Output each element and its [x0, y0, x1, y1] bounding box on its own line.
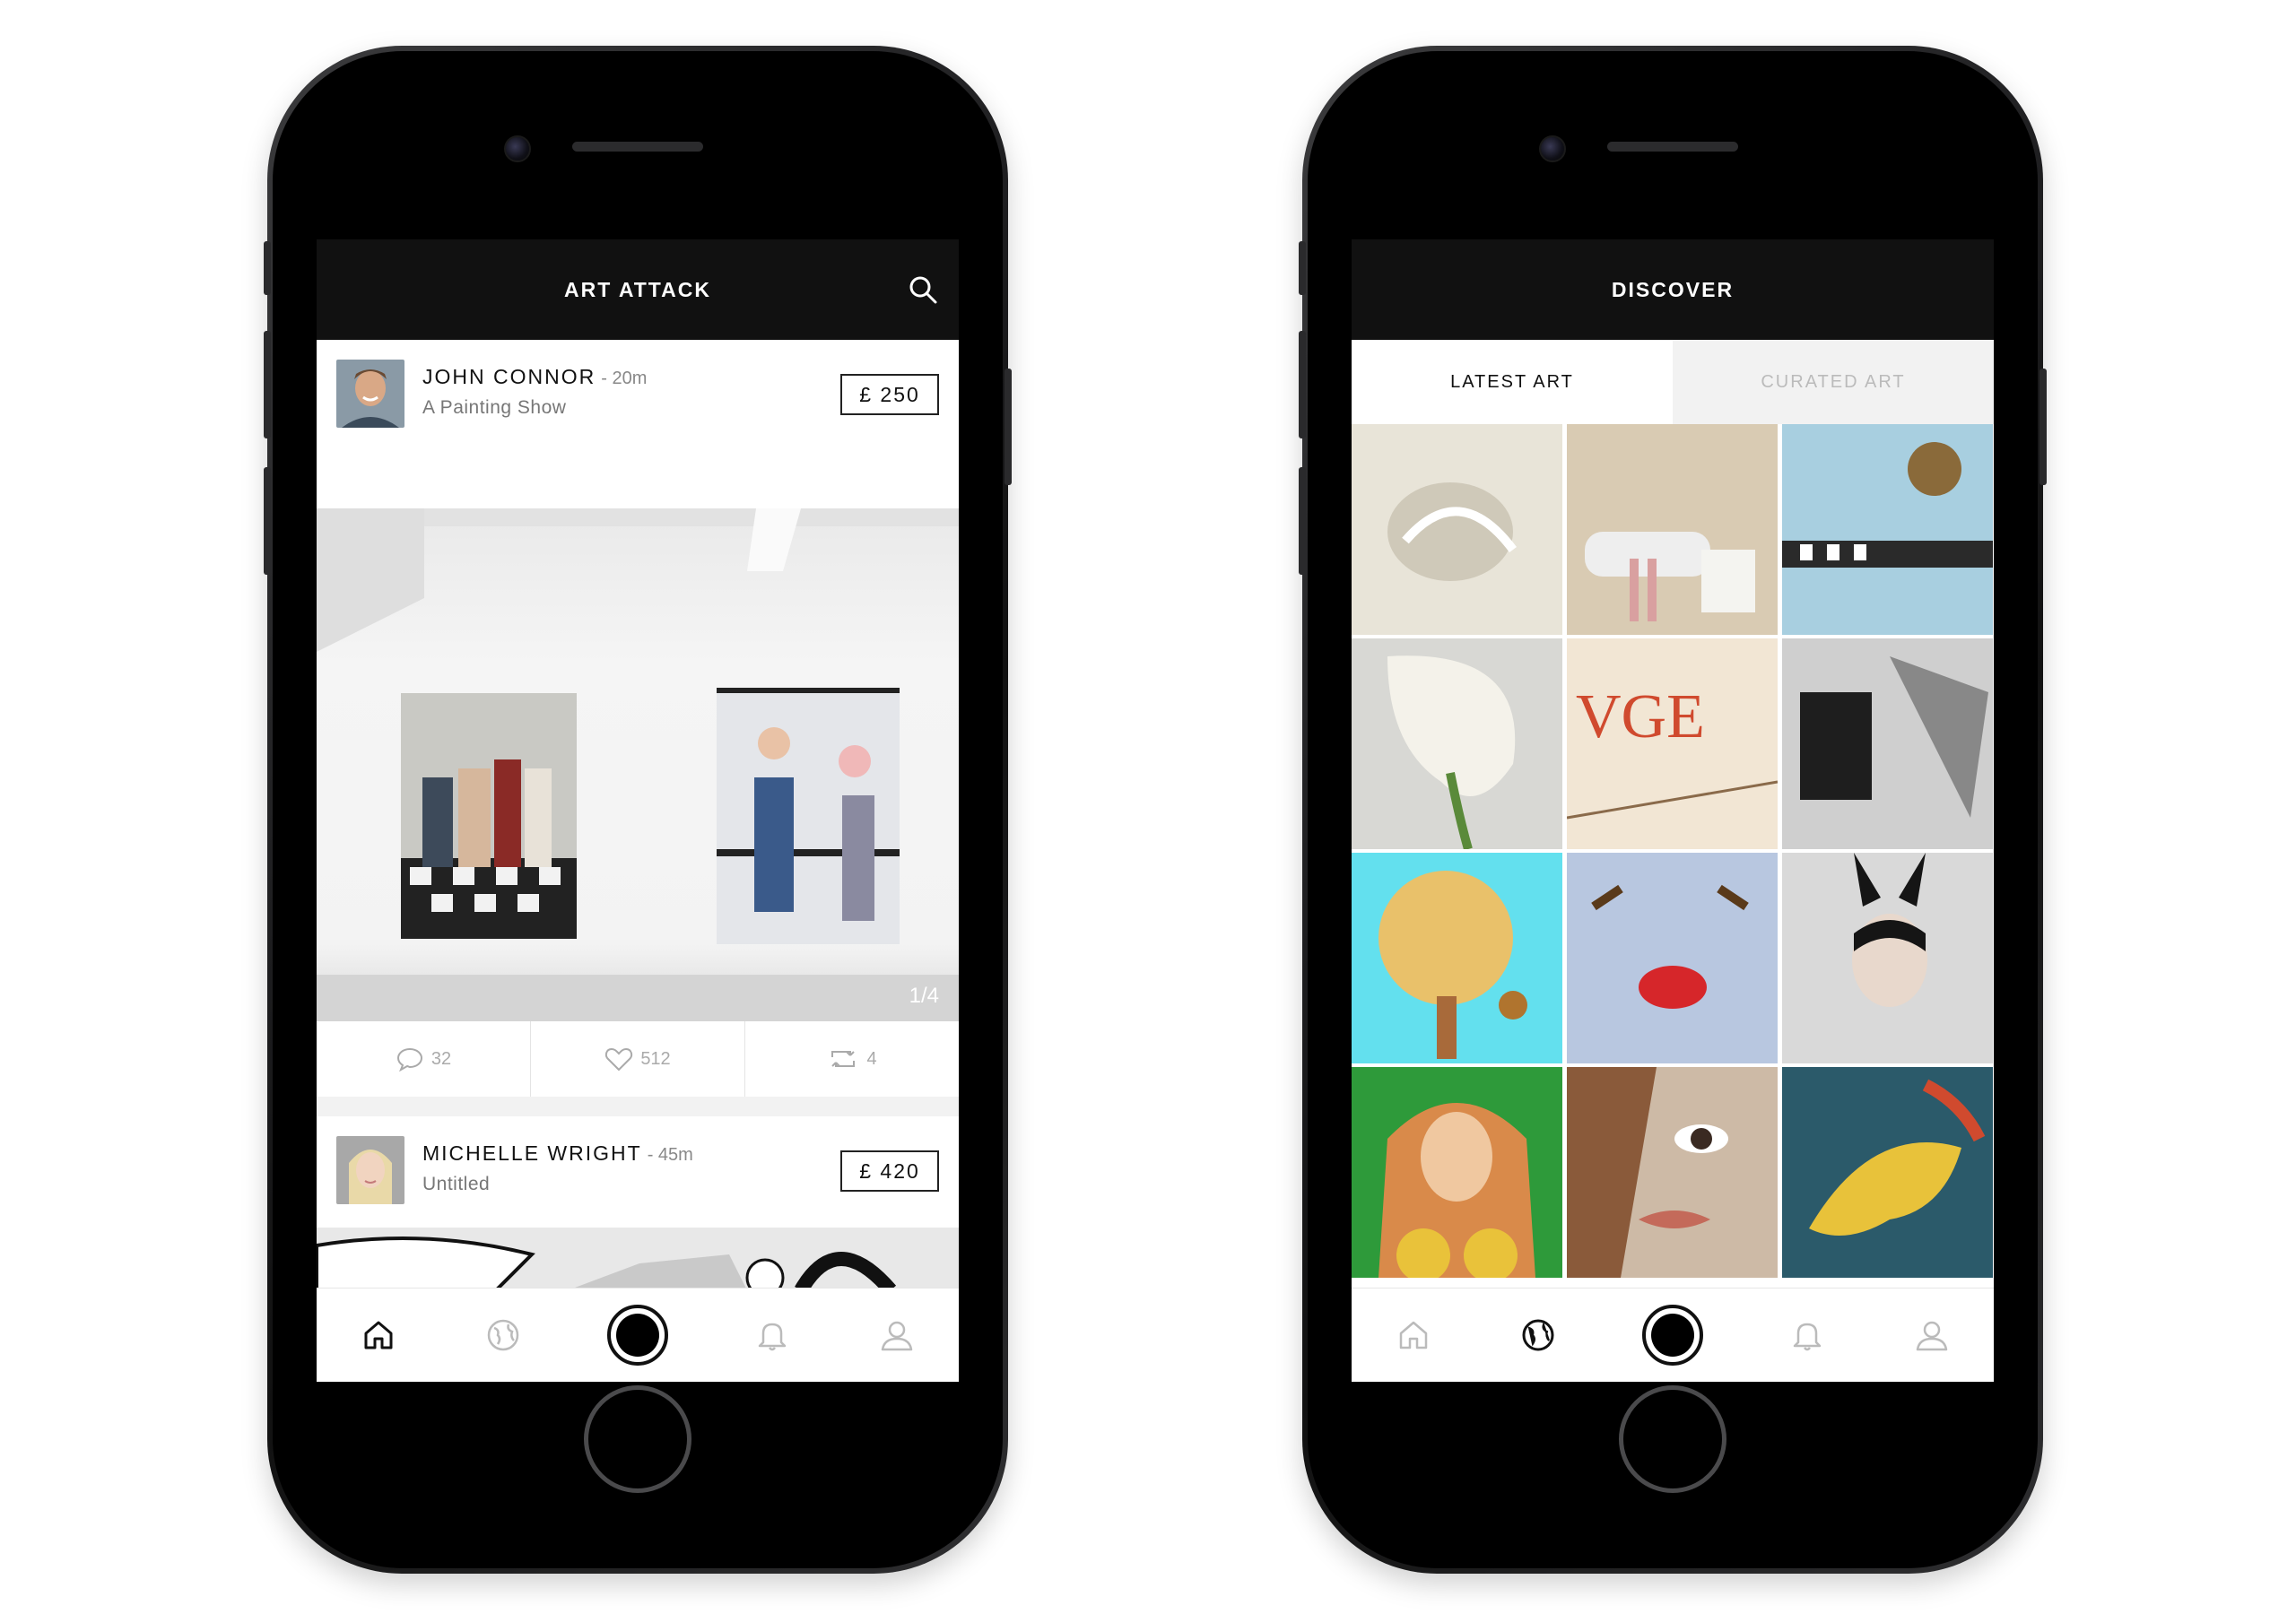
volume-up-button [264, 331, 271, 438]
volume-up-button [1299, 331, 1306, 438]
phone-frame-left: ART ATTACK JOHN CONNOR - 20m A Painting … [264, 46, 1012, 1574]
tab-bar [317, 1288, 959, 1382]
repost-button[interactable]: 4 [745, 1021, 959, 1097]
artwork-bunny-mask[interactable] [1782, 853, 1993, 1063]
phone-frame-right: DISCOVER LATEST ART CURATED ART VGE [1299, 46, 2047, 1574]
post-image[interactable] [317, 1228, 959, 1290]
tab-bar [1352, 1288, 1994, 1382]
user-icon [881, 1321, 912, 1351]
post-time: - 20m [601, 369, 648, 388]
globe-icon [487, 1319, 518, 1351]
avatar[interactable] [336, 360, 404, 428]
artwork-collage-face[interactable] [1567, 1067, 1778, 1278]
discover-tabs: LATEST ART CURATED ART [1352, 340, 1994, 424]
repost-count: 4 [866, 1048, 877, 1069]
artwork-yellow-figure[interactable] [1782, 1067, 1993, 1278]
post-image-gallery[interactable]: 1/4 [317, 508, 959, 1021]
tab-notifications[interactable] [752, 1315, 792, 1355]
mute-switch [1299, 241, 1306, 295]
search-icon[interactable] [907, 273, 939, 306]
post-header: JOHN CONNOR - 20m A Painting Show £ 250 [317, 340, 959, 451]
svg-text:VGE: VGE [1576, 682, 1705, 751]
front-camera [504, 135, 531, 162]
image-counter: 1/4 [909, 984, 939, 1008]
comment-button[interactable]: 32 [317, 1021, 531, 1097]
tab-discover[interactable] [483, 1315, 523, 1355]
front-camera [1539, 135, 1566, 162]
tab-notifications[interactable] [1787, 1315, 1827, 1355]
artwork-bathroom[interactable] [1567, 424, 1778, 635]
price-button[interactable]: £ 250 [840, 374, 939, 415]
home-button [1619, 1385, 1726, 1493]
home-icon [1399, 1321, 1428, 1349]
artwork-vogue[interactable]: VGE [1567, 638, 1778, 849]
tab-curated-art[interactable]: CURATED ART [1673, 340, 1994, 424]
user-name[interactable]: MICHELLE WRIGHT - 45m [422, 1141, 693, 1166]
earpiece-speaker [572, 142, 703, 152]
like-count: 512 [640, 1048, 671, 1069]
feed-nav-bar: ART ATTACK [317, 239, 959, 340]
power-button [1004, 369, 1012, 485]
home-button [584, 1385, 691, 1493]
tab-profile[interactable] [877, 1315, 917, 1355]
post-time: - 45m [647, 1145, 693, 1165]
post-title: A Painting Show [422, 397, 567, 418]
feed-screen: ART ATTACK JOHN CONNOR - 20m A Painting … [317, 239, 959, 1382]
post-header: MICHELLE WRIGHT - 45m Untitled £ 420 [317, 1116, 959, 1228]
capture-button[interactable] [606, 1305, 668, 1366]
volume-down-button [1299, 467, 1306, 575]
post-separator [317, 1097, 959, 1116]
capture-button[interactable] [1641, 1305, 1703, 1366]
home-icon [364, 1321, 393, 1349]
power-button [2039, 369, 2047, 485]
volume-down-button [264, 467, 271, 575]
artwork-ping-pong[interactable] [1352, 853, 1562, 1063]
comment-icon [396, 1047, 422, 1072]
tab-home[interactable] [359, 1315, 398, 1355]
earpiece-speaker [1607, 142, 1738, 152]
artwork-pop-woman[interactable] [1352, 1067, 1562, 1278]
price-button[interactable]: £ 420 [840, 1150, 939, 1192]
artwork-face-sculpture[interactable] [1352, 424, 1562, 635]
discover-screen: DISCOVER LATEST ART CURATED ART VGE [1352, 239, 1994, 1382]
bell-icon [1794, 1323, 1822, 1351]
user-icon [1916, 1321, 1947, 1351]
artwork-palm-lips[interactable] [1567, 853, 1778, 1063]
tab-latest-art[interactable]: LATEST ART [1352, 340, 1673, 424]
artwork-grid: VGE [1352, 424, 1994, 1278]
post-title: Untitled [422, 1174, 491, 1194]
screen-title: DISCOVER [1611, 277, 1735, 301]
app-title: ART ATTACK [564, 277, 711, 301]
bell-icon [759, 1323, 787, 1351]
like-button[interactable]: 512 [531, 1021, 745, 1097]
comment-count: 32 [430, 1048, 452, 1069]
tab-home[interactable] [1394, 1315, 1433, 1355]
heart-icon [605, 1047, 633, 1072]
user-name[interactable]: JOHN CONNOR - 20m [422, 365, 647, 389]
gallery-photo [317, 508, 959, 1021]
discover-nav-bar: DISCOVER [1352, 239, 1994, 340]
artwork-calla-lily[interactable] [1352, 638, 1562, 849]
repost-icon [831, 1051, 856, 1067]
tab-discover[interactable] [1518, 1315, 1558, 1355]
tab-profile[interactable] [1912, 1315, 1952, 1355]
avatar[interactable] [336, 1136, 404, 1204]
post-actions: 32 512 4 [317, 1021, 959, 1098]
globe-icon [1522, 1319, 1554, 1351]
artwork-keyboard[interactable] [1782, 424, 1993, 635]
mute-switch [264, 241, 271, 295]
artwork-abstract-bw[interactable] [1782, 638, 1993, 849]
